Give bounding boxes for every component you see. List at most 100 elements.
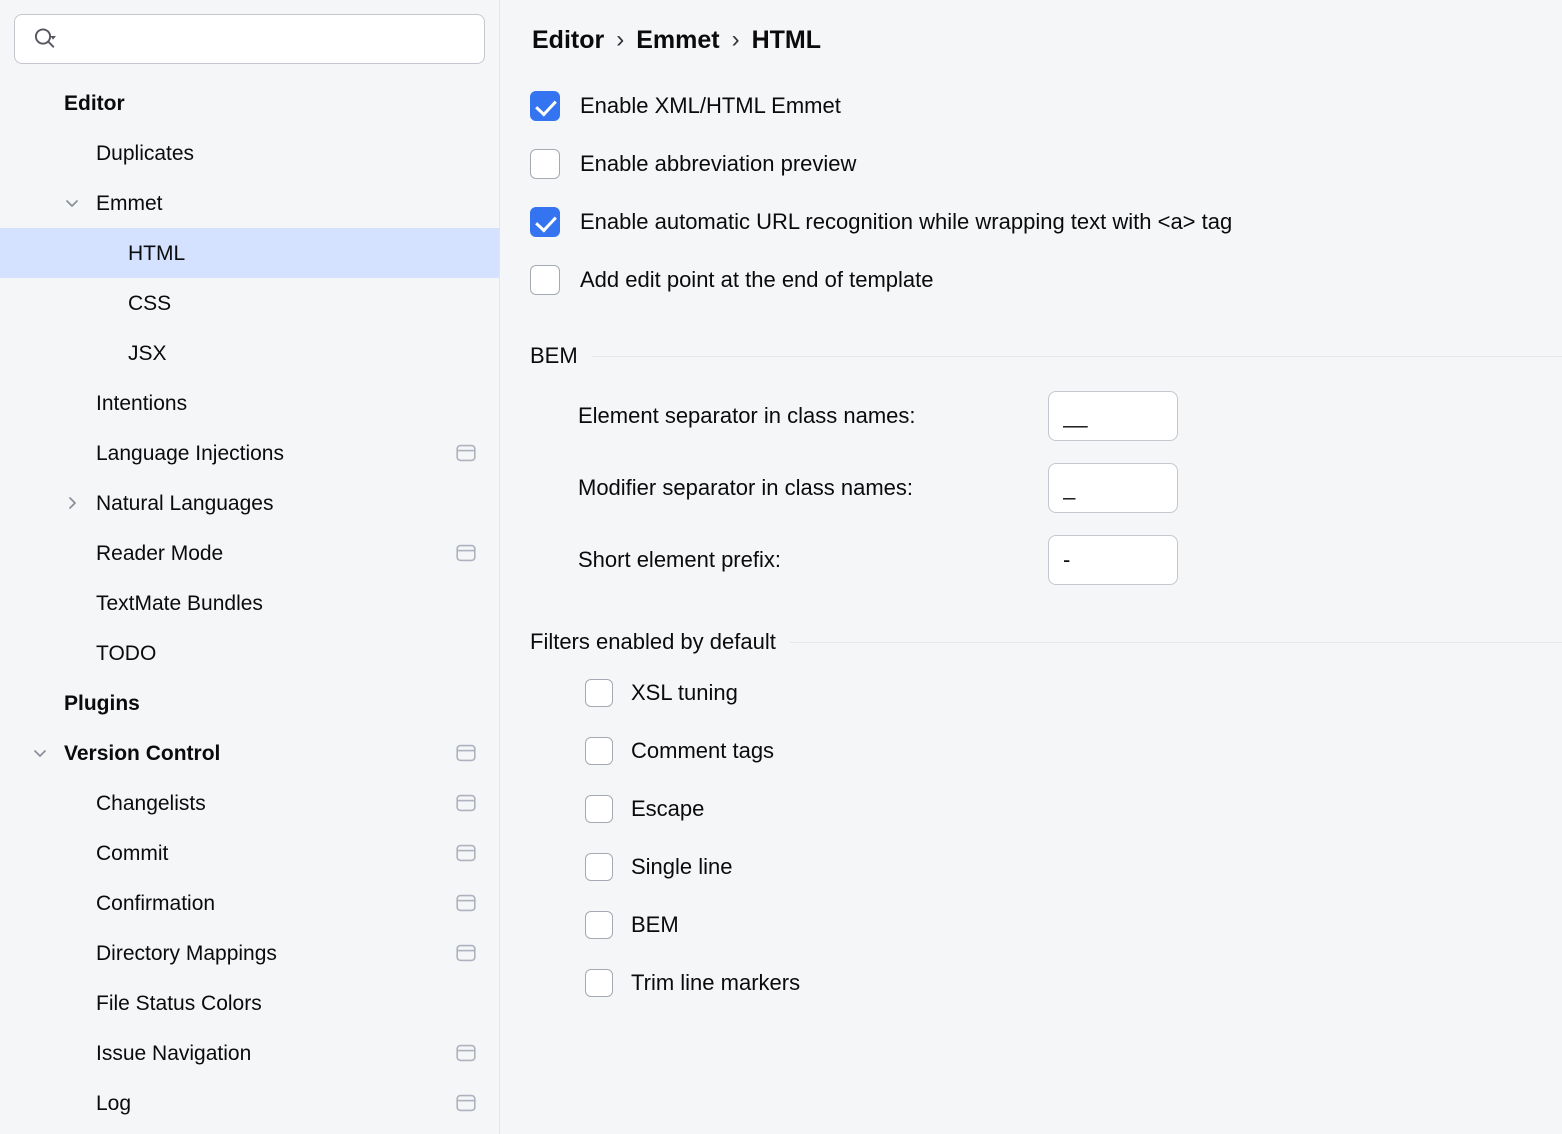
sidebar-item-language-injections[interactable]: Language Injections xyxy=(0,428,499,478)
search-area xyxy=(0,0,499,64)
bem-section: BEM Element separator in class names: Mod… xyxy=(530,343,1562,585)
section-divider xyxy=(790,642,1562,643)
bem-field-label: Modifier separator in class names: xyxy=(578,475,1048,501)
checkbox-unchecked-icon[interactable] xyxy=(530,265,560,295)
checkbox-checked-icon[interactable] xyxy=(530,91,560,121)
sidebar-item-label: Intentions xyxy=(96,393,187,414)
bem-field-row: Element separator in class names: xyxy=(530,391,1562,441)
filter-5-row[interactable]: Trim line markers xyxy=(585,963,1562,1003)
filter-2-label: Escape xyxy=(631,796,704,822)
option-3-row[interactable]: Add edit point at the end of template xyxy=(530,259,1562,301)
settings-content: Editor›Emmet›HTML Enable XML/HTML EmmetE… xyxy=(500,0,1562,1134)
checkbox-unchecked-icon[interactable] xyxy=(585,853,613,881)
sidebar-item-jsx[interactable]: JSX xyxy=(0,328,499,378)
checkbox-unchecked-icon[interactable] xyxy=(585,969,613,997)
sidebar-item-label: Directory Mappings xyxy=(96,943,277,964)
settings-sidebar: Editor Duplicates Emmet HTML CSS JSX Intention… xyxy=(0,0,500,1134)
bem-field-input[interactable] xyxy=(1048,463,1178,513)
bem-section-header: BEM xyxy=(530,343,1562,369)
project-scope-icon xyxy=(455,793,477,813)
search-input[interactable] xyxy=(59,16,484,62)
sidebar-item-label: HTML xyxy=(128,243,185,264)
sidebar-item-label: Plugins xyxy=(64,693,140,714)
option-2-row[interactable]: Enable automatic URL recognition while w… xyxy=(530,201,1562,243)
bem-field-label: Short element prefix: xyxy=(578,547,1048,573)
breadcrumb: Editor›Emmet›HTML xyxy=(532,26,1562,55)
project-scope-icon xyxy=(455,543,477,563)
breadcrumb-crumb[interactable]: HTML xyxy=(752,26,821,55)
sidebar-item-todo[interactable]: TODO xyxy=(0,628,499,678)
option-0-row[interactable]: Enable XML/HTML Emmet xyxy=(530,85,1562,127)
sidebar-item-issue-navigation[interactable]: Issue Navigation xyxy=(0,1028,499,1078)
search-box[interactable] xyxy=(14,14,485,64)
checkbox-unchecked-icon[interactable] xyxy=(585,679,613,707)
sidebar-item-commit[interactable]: Commit xyxy=(0,828,499,878)
sidebar-item-changelists[interactable]: Changelists xyxy=(0,778,499,828)
sidebar-item-file-status-colors[interactable]: File Status Colors xyxy=(0,978,499,1028)
breadcrumb-crumb[interactable]: Editor xyxy=(532,26,604,55)
section-divider xyxy=(592,356,1562,357)
sidebar-item-html[interactable]: HTML xyxy=(0,228,499,278)
project-scope-icon xyxy=(455,843,477,863)
sidebar-item-label: Changelists xyxy=(96,793,206,814)
sidebar-item-label: TODO xyxy=(96,643,156,664)
filter-2-row[interactable]: Escape xyxy=(585,789,1562,829)
sidebar-item-label: Version Control xyxy=(64,743,220,764)
breadcrumb-separator-icon: › xyxy=(616,28,624,52)
sidebar-item-natural-languages[interactable]: Natural Languages xyxy=(0,478,499,528)
sidebar-item-duplicates[interactable]: Duplicates xyxy=(0,128,499,178)
sidebar-item-label: Editor xyxy=(64,93,125,114)
sidebar-item-directory-mappings[interactable]: Directory Mappings xyxy=(0,928,499,978)
sidebar-item-label: Emmet xyxy=(96,193,163,214)
chevron-down-icon[interactable] xyxy=(60,191,84,215)
sidebar-item-editor[interactable]: Editor xyxy=(0,78,499,128)
option-0-label: Enable XML/HTML Emmet xyxy=(580,93,841,119)
checkbox-unchecked-icon[interactable] xyxy=(585,737,613,765)
project-scope-icon xyxy=(455,743,477,763)
sidebar-item-label: Log xyxy=(96,1093,131,1114)
search-icon[interactable] xyxy=(33,27,59,51)
option-1-row[interactable]: Enable abbreviation preview xyxy=(530,143,1562,185)
checkbox-unchecked-icon[interactable] xyxy=(530,149,560,179)
chevron-right-icon[interactable] xyxy=(60,491,84,515)
sidebar-item-emmet[interactable]: Emmet xyxy=(0,178,499,228)
checkbox-unchecked-icon[interactable] xyxy=(585,911,613,939)
bem-field-input[interactable] xyxy=(1048,391,1178,441)
filter-3-row[interactable]: Single line xyxy=(585,847,1562,887)
sidebar-item-label: Duplicates xyxy=(96,143,194,164)
bem-section-title: BEM xyxy=(530,343,578,369)
bem-field-row: Modifier separator in class names: xyxy=(530,463,1562,513)
sidebar-item-plugins[interactable]: Plugins xyxy=(0,678,499,728)
sidebar-item-log[interactable]: Log xyxy=(0,1078,499,1128)
sidebar-item-label: Language Injections xyxy=(96,443,284,464)
checkbox-unchecked-icon[interactable] xyxy=(585,795,613,823)
filter-0-row[interactable]: XSL tuning xyxy=(585,673,1562,713)
filter-1-row[interactable]: Comment tags xyxy=(585,731,1562,771)
sidebar-item-textmate-bundles[interactable]: TextMate Bundles xyxy=(0,578,499,628)
bem-field-row: Short element prefix: xyxy=(530,535,1562,585)
emmet-options-list: Enable XML/HTML Emmet Enable abbreviation… xyxy=(530,85,1562,301)
filters-section: Filters enabled by default XSL tuning Com… xyxy=(530,629,1562,1003)
filter-5-label: Trim line markers xyxy=(631,970,800,996)
sidebar-item-label: Natural Languages xyxy=(96,493,273,514)
chevron-down-icon[interactable] xyxy=(28,741,52,765)
sidebar-item-confirmation[interactable]: Confirmation xyxy=(0,878,499,928)
sidebar-item-css[interactable]: CSS xyxy=(0,278,499,328)
filter-3-label: Single line xyxy=(631,854,733,880)
filters-section-title: Filters enabled by default xyxy=(530,629,776,655)
project-scope-icon xyxy=(455,943,477,963)
bem-field-input[interactable] xyxy=(1048,535,1178,585)
option-3-label: Add edit point at the end of template xyxy=(580,267,933,293)
filter-4-row[interactable]: BEM xyxy=(585,905,1562,945)
settings-tree: Editor Duplicates Emmet HTML CSS JSX Intention… xyxy=(0,78,499,1128)
sidebar-item-reader-mode[interactable]: Reader Mode xyxy=(0,528,499,578)
breadcrumb-crumb[interactable]: Emmet xyxy=(636,26,719,55)
project-scope-icon xyxy=(455,1043,477,1063)
sidebar-item-version-control[interactable]: Version Control xyxy=(0,728,499,778)
checkbox-checked-icon[interactable] xyxy=(530,207,560,237)
filter-0-label: XSL tuning xyxy=(631,680,738,706)
option-2-label: Enable automatic URL recognition while w… xyxy=(580,209,1232,235)
sidebar-item-label: JSX xyxy=(128,343,167,364)
sidebar-item-label: CSS xyxy=(128,293,171,314)
sidebar-item-intentions[interactable]: Intentions xyxy=(0,378,499,428)
